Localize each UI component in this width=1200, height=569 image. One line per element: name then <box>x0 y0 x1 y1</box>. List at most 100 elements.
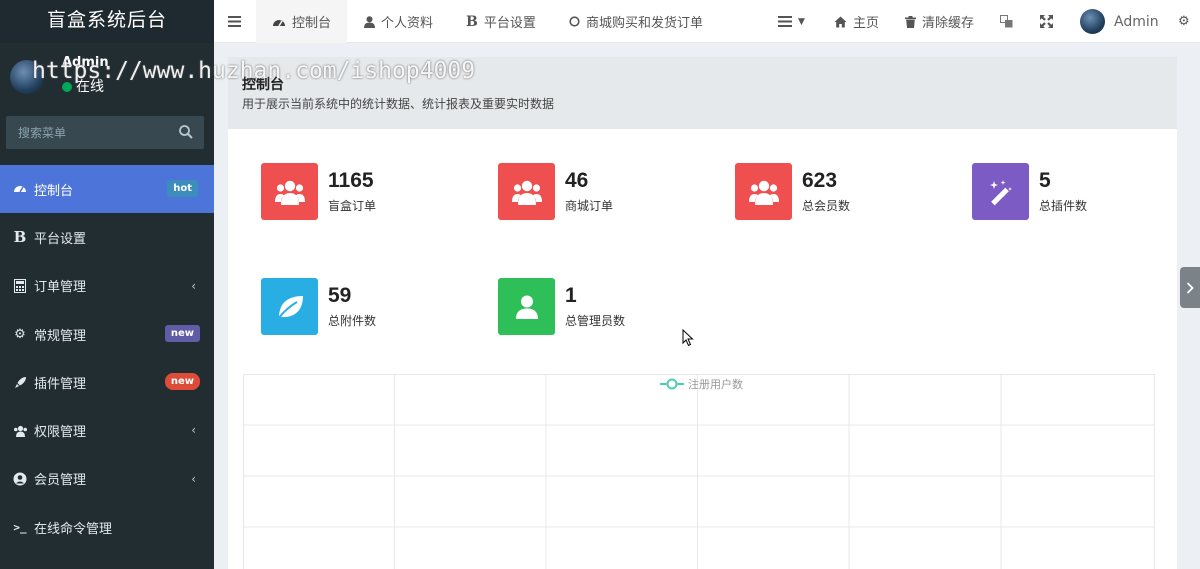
avatar <box>1080 9 1105 34</box>
registered-users-chart <box>243 374 1155 569</box>
list-icon <box>778 16 792 27</box>
user-icon <box>515 295 538 319</box>
stat-value: 1165 <box>328 169 374 192</box>
language-icon <box>1000 15 1013 28</box>
users-icon <box>12 423 28 439</box>
sidebar-item-label: 平台设置 <box>34 231 87 247</box>
chevron-left-icon: ‹ <box>191 278 196 293</box>
sidebar: 盲盒系统后台 Admin 在线 控制台 hot B 平台设置 订单管理 ‹ ⚙ … <box>0 0 214 569</box>
magic-wand-icon <box>989 179 1012 205</box>
fullscreen-button[interactable] <box>1040 0 1053 43</box>
tab-mall-orders[interactable]: 商城购买和发货订单 <box>569 0 703 43</box>
sidebar-item-plugins[interactable]: 插件管理 new <box>0 358 214 406</box>
user-circle-icon <box>12 471 28 487</box>
tab-label: 平台设置 <box>483 16 536 31</box>
caret-down-icon: ▼ <box>798 16 805 27</box>
stat-icon-box <box>261 163 318 220</box>
page-description: 用于展示当前系统中的统计数据、统计报表及重要实时数据 <box>242 97 555 111</box>
stat-blindbox-orders: 1165 盲盒订单 <box>261 163 491 221</box>
sidebar-item-label: 订单管理 <box>34 280 87 296</box>
dashboard-icon <box>12 181 28 197</box>
stat-value: 5 <box>1039 169 1051 192</box>
circle-icon <box>569 16 580 27</box>
menu-dropdown-button[interactable]: ▼ <box>778 0 805 43</box>
cogs-icon: ⚙ <box>1178 14 1190 29</box>
users-icon <box>511 180 542 205</box>
sidebar-toggle-button[interactable] <box>228 0 241 43</box>
stat-value: 59 <box>328 284 352 307</box>
calculator-icon <box>12 278 28 294</box>
terminal-icon: >_ <box>13 520 27 534</box>
user-status: 在线 <box>62 76 104 96</box>
control-sidebar-toggle[interactable] <box>1180 267 1200 308</box>
stat-label: 总插件数 <box>1039 199 1088 213</box>
tab-platform-settings[interactable]: B 平台设置 <box>466 0 536 43</box>
dashboard-icon <box>273 19 285 26</box>
translate-button[interactable] <box>1000 0 1013 43</box>
stat-icon-box <box>498 278 555 335</box>
settings-button[interactable]: ⚙ <box>1178 0 1190 43</box>
chevron-left-icon: ‹ <box>191 471 196 486</box>
search-icon[interactable] <box>178 124 194 140</box>
sidebar-item-members[interactable]: 会员管理 ‹ <box>0 455 214 503</box>
new-badge: new <box>164 324 200 342</box>
tab-label: 商城购买和发货订单 <box>586 16 704 31</box>
admin-label: Admin <box>1114 13 1159 30</box>
chart-grid <box>243 374 1155 569</box>
content-header: 控制台 用于展示当前系统中的统计数据、统计报表及重要实时数据 <box>228 57 1177 129</box>
brand-title[interactable]: 盲盒系统后台 <box>0 0 214 43</box>
avatar[interactable] <box>10 60 44 94</box>
sidebar-item-label: 会员管理 <box>34 473 87 489</box>
stat-icon-box <box>972 163 1029 220</box>
sidebar-item-label: 在线命令管理 <box>34 521 113 537</box>
stat-value: 623 <box>802 169 838 192</box>
stat-total-attachments: 59 总附件数 <box>261 278 491 336</box>
user-panel: Admin 在线 <box>0 43 214 110</box>
stat-total-admins: 1 总管理员数 <box>498 278 728 336</box>
sidebar-item-dashboard[interactable]: 控制台 hot <box>0 165 214 214</box>
stat-value: 46 <box>565 169 589 192</box>
search-input[interactable] <box>6 116 166 149</box>
sidebar-item-online-command[interactable]: >_ 在线命令管理 <box>0 503 214 551</box>
expand-icon <box>1040 15 1053 28</box>
stat-icon-box <box>261 278 318 335</box>
cogs-icon: ⚙ <box>14 326 26 342</box>
sidebar-item-platform-settings[interactable]: B 平台设置 <box>0 213 214 261</box>
stat-mall-orders: 46 商城订单 <box>498 163 728 221</box>
stat-label: 盲盒订单 <box>328 199 377 213</box>
sidebar-item-permissions[interactable]: 权限管理 ‹ <box>0 406 214 454</box>
sidebar-item-orders[interactable]: 订单管理 ‹ <box>0 262 214 310</box>
stat-total-members: 623 总会员数 <box>735 163 965 221</box>
home-link[interactable]: 主页 <box>834 0 879 43</box>
admin-user-menu[interactable]: Admin <box>1080 0 1159 43</box>
home-label: 主页 <box>853 16 880 31</box>
users-icon <box>748 180 779 205</box>
users-icon <box>274 180 305 205</box>
user-status-label: 在线 <box>76 79 104 95</box>
trash-icon <box>905 15 916 28</box>
chart-legend[interactable]: 注册用户数 <box>660 376 743 392</box>
clear-cache-label: 清除缓存 <box>922 16 975 31</box>
page-title: 控制台 <box>242 77 284 93</box>
sidebar-item-label: 控制台 <box>34 183 74 199</box>
tab-label: 控制台 <box>292 16 332 31</box>
hamburger-icon <box>228 16 241 27</box>
stat-icon-box <box>498 163 555 220</box>
stat-label: 总附件数 <box>328 314 377 328</box>
stat-label: 总管理员数 <box>565 314 626 328</box>
online-dot-icon <box>62 82 72 92</box>
tab-dashboard[interactable]: 控制台 <box>256 0 348 43</box>
rocket-icon <box>12 374 28 390</box>
legend-label: 注册用户数 <box>688 378 743 391</box>
sidebar-item-label: 权限管理 <box>34 425 87 441</box>
hot-badge: hot <box>167 180 198 197</box>
clear-cache-button[interactable]: 清除缓存 <box>905 0 974 43</box>
sidebar-item-general[interactable]: ⚙ 常规管理 new <box>0 310 214 358</box>
new-badge: new <box>164 373 200 391</box>
chevron-right-icon <box>1186 281 1194 294</box>
tab-profile[interactable]: 个人资料 <box>364 0 433 43</box>
chevron-left-icon: ‹ <box>191 423 196 438</box>
sidebar-search <box>6 116 204 149</box>
top-navbar: 控制台 个人资料 B 平台设置 商城购买和发货订单 ▼ 主页 清除缓存 Admi… <box>214 0 1200 43</box>
tab-label: 个人资料 <box>381 16 434 31</box>
